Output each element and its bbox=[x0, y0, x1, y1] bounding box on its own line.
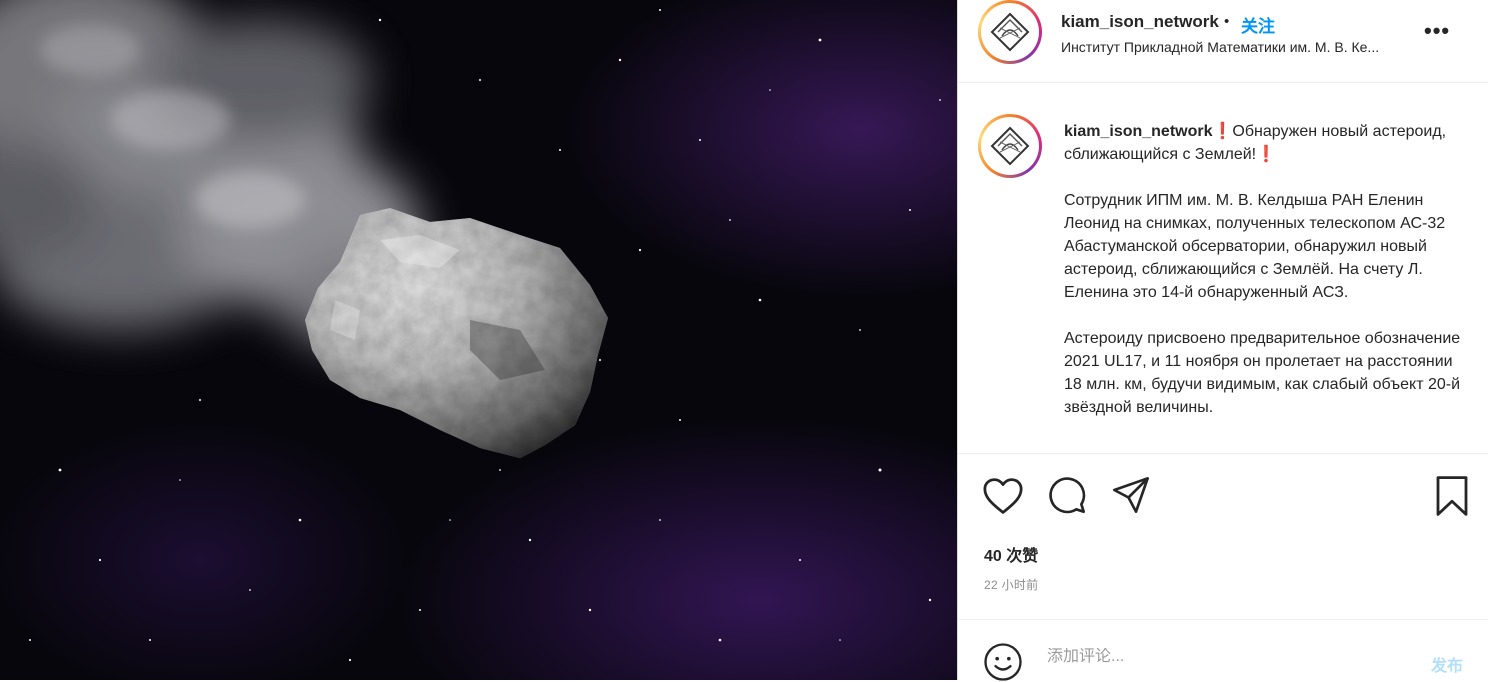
comment-input[interactable] bbox=[1047, 648, 1387, 666]
asteroid bbox=[305, 208, 608, 458]
action-bar bbox=[958, 455, 1488, 535]
send-icon[interactable] bbox=[1111, 475, 1151, 515]
comment-icon[interactable] bbox=[1047, 475, 1087, 515]
bookmark-icon[interactable] bbox=[1434, 475, 1470, 517]
caption-avatar[interactable] bbox=[978, 114, 1042, 178]
heart-icon[interactable] bbox=[982, 477, 1024, 515]
likes-count[interactable]: 40 次赞 bbox=[984, 542, 1038, 566]
comment-bar: 发布 bbox=[958, 619, 1488, 681]
post-timestamp[interactable]: 22 小时前 bbox=[984, 576, 1038, 593]
caption-text: kiam_ison_network❗Обнаружен новый астеро… bbox=[1064, 120, 1474, 419]
exclamation-emoji: ❗ bbox=[1256, 146, 1277, 163]
location-link[interactable]: Институт Прикладной Математики им. М. В.… bbox=[1061, 39, 1379, 55]
caption-paragraph: Сотрудник ИПМ им. М. В. Келдыша РАН Елен… bbox=[1064, 192, 1446, 301]
smiley-icon[interactable] bbox=[983, 642, 1023, 682]
post-header: kiam_ison_network • 关注 Институт Прикладн… bbox=[958, 0, 1488, 83]
kiam-logo-icon bbox=[990, 12, 1030, 52]
header-separator: • bbox=[1224, 13, 1230, 30]
exclamation-emoji: ❗ bbox=[1212, 123, 1233, 140]
kiam-logo-icon bbox=[990, 126, 1030, 166]
post-details-panel: kiam_ison_network • 关注 Институт Прикладн… bbox=[958, 0, 1488, 681]
post-comment-button[interactable]: 发布 bbox=[1431, 652, 1463, 676]
header-username[interactable]: kiam_ison_network bbox=[1061, 12, 1219, 32]
post-image[interactable] bbox=[0, 0, 957, 680]
more-horizontal-icon[interactable]: ••• bbox=[1424, 18, 1450, 44]
follow-button[interactable]: 关注 bbox=[1241, 12, 1275, 37]
caption-paragraph: Астероиду присвоено предварительное обоз… bbox=[1064, 330, 1461, 416]
avatar[interactable] bbox=[978, 0, 1042, 64]
caption-section: kiam_ison_network❗Обнаружен новый астеро… bbox=[958, 83, 1488, 454]
caption-username[interactable]: kiam_ison_network bbox=[1064, 123, 1213, 140]
asteroid-image bbox=[0, 0, 941, 662]
